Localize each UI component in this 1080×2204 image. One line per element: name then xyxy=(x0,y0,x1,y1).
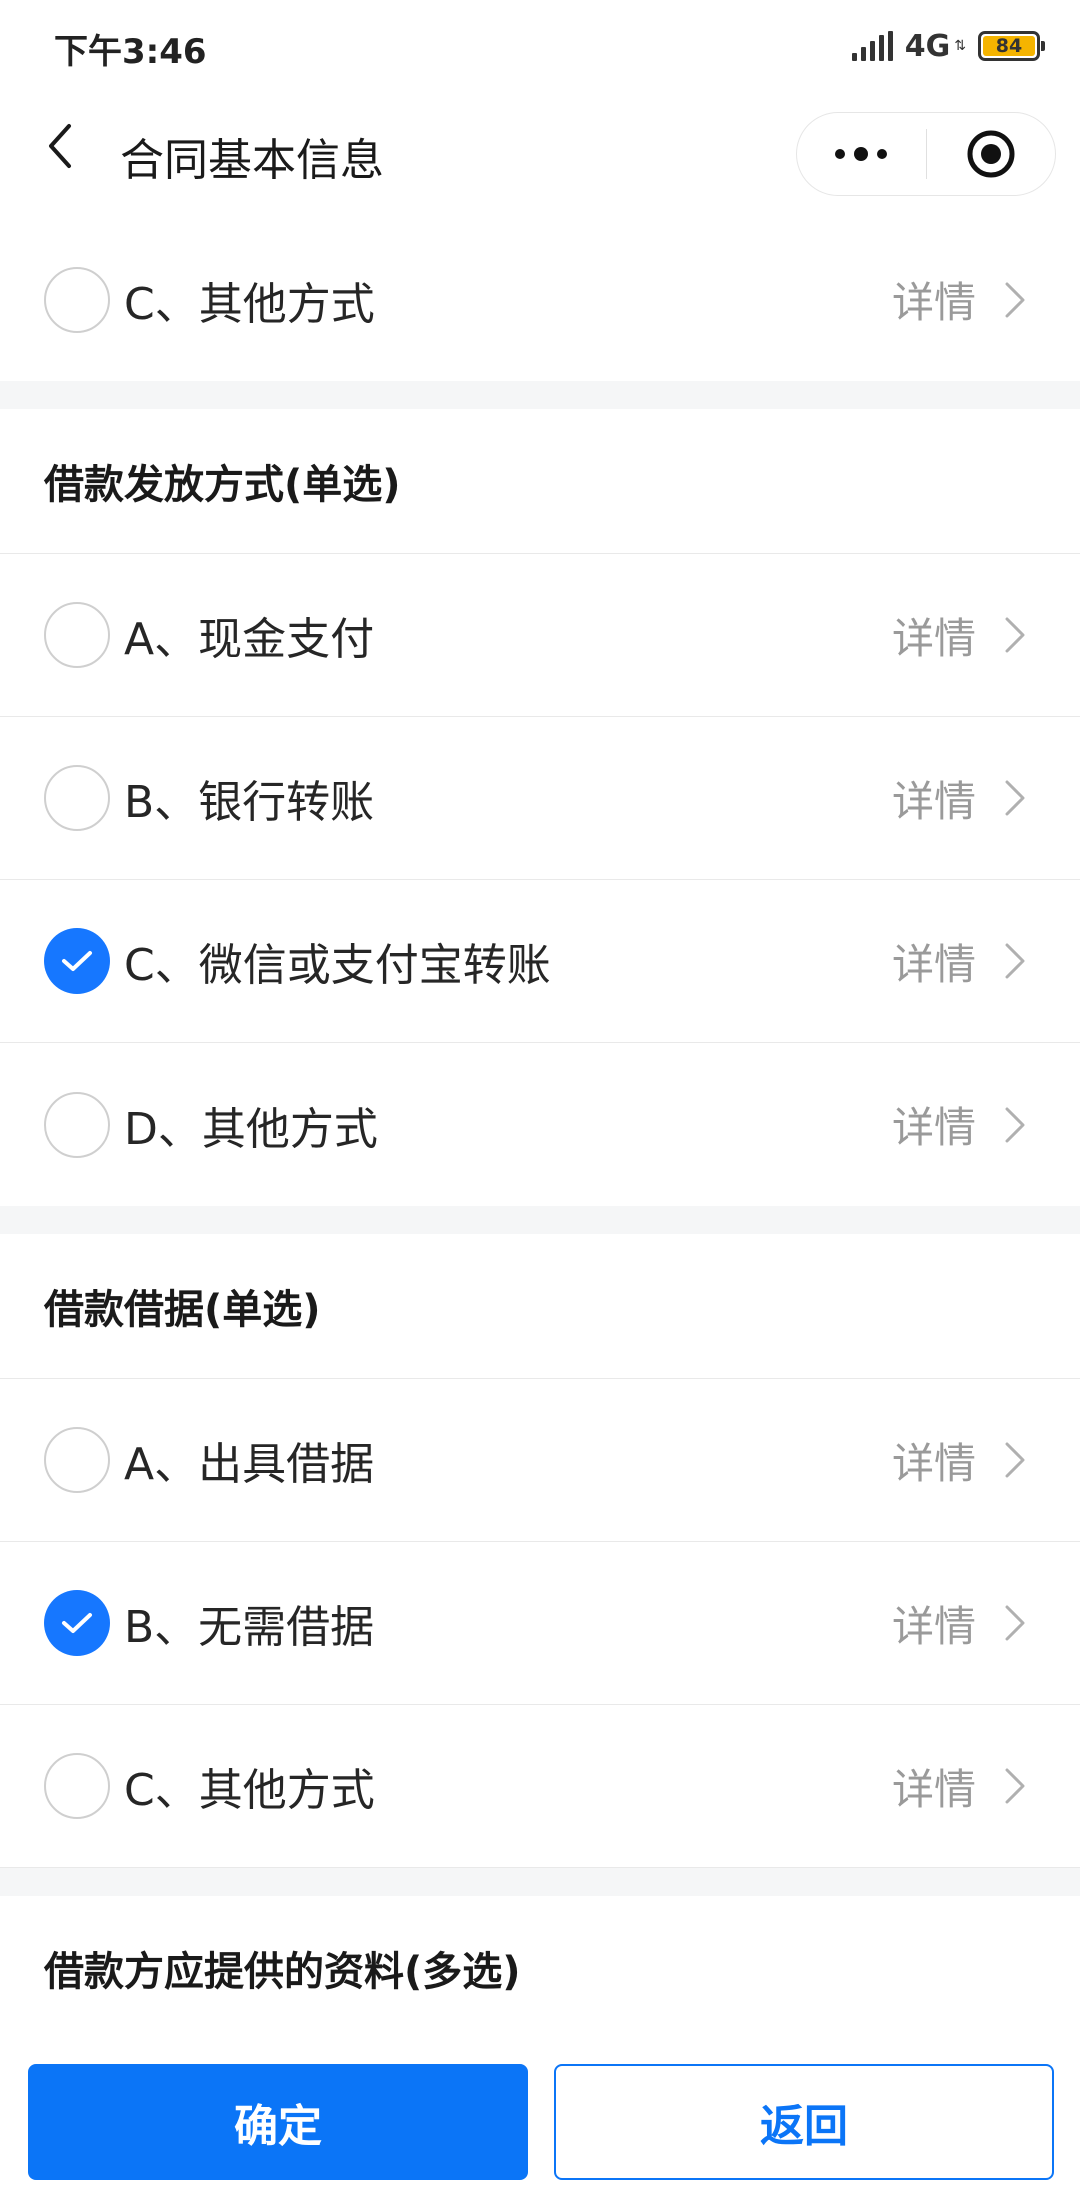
section-header: 借款借据(单选) xyxy=(0,1234,1080,1379)
option-label: C、其他方式 xyxy=(124,1765,375,1816)
back-arrow-icon[interactable] xyxy=(30,116,90,176)
detail-link[interactable]: 详情 xyxy=(892,269,976,330)
confirm-button[interactable]: 确定 xyxy=(28,2064,528,2180)
nav-bar: 合同基本信息 xyxy=(0,90,1080,218)
bottom-action-bar: 确定 返回 xyxy=(0,2034,1080,2204)
section-gap xyxy=(0,381,1080,409)
option-label: A、现金支付 xyxy=(124,614,375,665)
option-row[interactable]: A、现金支付 详情 xyxy=(0,554,1080,717)
section-title: 借款借据(单选) xyxy=(44,1287,321,1333)
miniprogram-capsule xyxy=(796,112,1056,196)
option-row[interactable]: B、银行转账 详情 xyxy=(0,717,1080,880)
option-label: C、其他方式 xyxy=(124,278,375,330)
radio-button[interactable] xyxy=(44,602,110,668)
checkmark-icon xyxy=(62,1613,92,1633)
status-time: 下午3:46 xyxy=(54,32,207,72)
chevron-right-icon xyxy=(1004,1105,1034,1145)
option-row[interactable]: C、微信或支付宝转账 详情 xyxy=(0,880,1080,1043)
page-title: 合同基本信息 xyxy=(120,135,384,186)
option-row[interactable]: B、无需借据 详情 xyxy=(0,1542,1080,1705)
radio-button-checked[interactable] xyxy=(44,1590,110,1656)
close-miniprogram-button[interactable] xyxy=(927,113,1056,195)
return-button[interactable]: 返回 xyxy=(554,2064,1054,2180)
chevron-right-icon xyxy=(1004,1603,1034,1643)
data-arrows-icon: ⇅ xyxy=(954,38,966,54)
battery-icon: 84 xyxy=(978,31,1045,61)
signal-icon xyxy=(851,31,893,61)
more-menu-button[interactable] xyxy=(797,113,926,195)
chevron-right-icon xyxy=(1004,615,1034,655)
target-icon xyxy=(967,130,1015,178)
radio-button[interactable] xyxy=(44,1427,110,1493)
option-label: C、微信或支付宝转账 xyxy=(124,940,551,991)
detail-link[interactable]: 详情 xyxy=(892,1593,976,1654)
chevron-right-icon xyxy=(1004,778,1034,818)
option-label: B、无需借据 xyxy=(124,1602,375,1653)
option-label: A、出具借据 xyxy=(124,1439,375,1490)
content-list[interactable]: C、其他方式 详情 借款发放方式(单选) A、现金支付 详情 B、银行转账 详情… xyxy=(0,218,1080,2034)
radio-button[interactable] xyxy=(44,266,110,333)
radio-button[interactable] xyxy=(44,1753,110,1819)
status-bar: 下午3:46 4G ⇅ 84 xyxy=(0,0,1080,90)
section-header: 借款发放方式(单选) xyxy=(0,409,1080,554)
network-type: 4G xyxy=(904,28,951,64)
detail-link[interactable]: 详情 xyxy=(892,768,976,829)
section-title: 借款方应提供的资料(多选) xyxy=(44,1949,521,1995)
checkmark-icon xyxy=(62,951,92,971)
status-icons: 4G ⇅ 84 xyxy=(851,26,1045,66)
chevron-right-icon xyxy=(1004,280,1034,320)
section-gap xyxy=(0,1868,1080,1896)
section-gap xyxy=(0,1206,1080,1234)
radio-button-checked[interactable] xyxy=(44,928,110,994)
option-row[interactable]: C、其他方式 详情 xyxy=(0,1705,1080,1868)
detail-link[interactable]: 详情 xyxy=(892,1094,976,1155)
battery-level: 84 xyxy=(983,35,1035,57)
radio-button[interactable] xyxy=(44,765,110,831)
option-row[interactable]: C、其他方式 详情 xyxy=(0,218,1080,381)
chevron-right-icon xyxy=(1004,1440,1034,1480)
option-label: D、其他方式 xyxy=(124,1103,378,1155)
detail-link[interactable]: 详情 xyxy=(892,605,976,666)
option-row[interactable]: D、其他方式 详情 xyxy=(0,1043,1080,1206)
page: 下午3:46 4G ⇅ 84 合同基本信息 C、其他方式 详情 借款发放方式(单… xyxy=(0,0,1080,2204)
detail-link[interactable]: 详情 xyxy=(892,1430,976,1491)
more-dots-icon xyxy=(835,147,888,161)
chevron-right-icon xyxy=(1004,1766,1034,1806)
radio-button[interactable] xyxy=(44,1091,110,1158)
option-label: B、银行转账 xyxy=(124,777,375,828)
section-title: 借款发放方式(单选) xyxy=(44,462,401,508)
detail-link[interactable]: 详情 xyxy=(892,931,976,992)
detail-link[interactable]: 详情 xyxy=(892,1756,976,1817)
option-row[interactable]: A、出具借据 详情 xyxy=(0,1379,1080,1542)
section-header: 借款方应提供的资料(多选) xyxy=(0,1896,1080,2034)
chevron-right-icon xyxy=(1004,941,1034,981)
